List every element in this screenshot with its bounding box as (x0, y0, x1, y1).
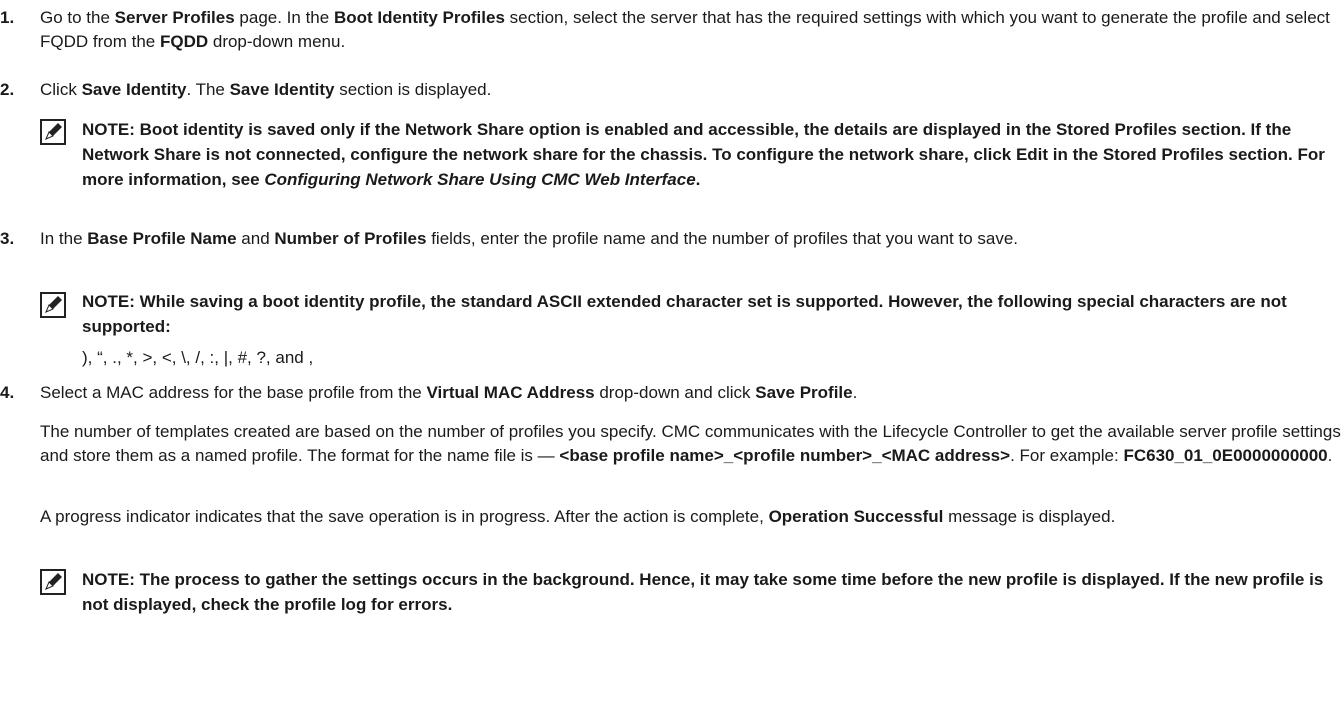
step-text: Click Save Identity. The Save Identity s… (40, 78, 1330, 102)
ui-term: Server Profiles (114, 8, 235, 27)
step-text: Select a MAC address for the base profil… (40, 381, 1330, 405)
text-run: message is displayed. (943, 507, 1116, 526)
step-number: 4. (0, 383, 15, 402)
text-run: and (236, 229, 275, 248)
note-text: . (695, 170, 701, 189)
text-run: drop-down and click (594, 383, 756, 402)
ui-term: Save Profile (755, 383, 853, 402)
ui-term: Base Profile Name (87, 229, 237, 248)
note-text: NOTE: While saving a boot identity profi… (82, 292, 1287, 336)
text-run: . (1327, 446, 1333, 465)
note-text: NOTE: The process to gather the settings… (82, 570, 1324, 614)
step-text: Go to the Server Profiles page. In the B… (40, 6, 1330, 54)
ui-term: FQDD (159, 32, 209, 51)
text-run: Click (40, 80, 82, 99)
text-run: drop-down menu. (208, 32, 346, 51)
ui-term: Number of Profiles (274, 229, 427, 248)
text-run: fields, enter the profile name and the n… (426, 229, 1019, 248)
pencil-note-icon (40, 569, 66, 595)
text-run: In the (40, 229, 88, 248)
step-number: 3. (0, 229, 15, 248)
special-characters-list: ), “, ., *, >, <, \, /, :, |, #, ?, and … (82, 348, 314, 367)
step-text: In the Base Profile Name and Number of P… (40, 227, 1330, 251)
pencil-note-icon (40, 119, 66, 145)
note-background-process: NOTE: The process to gather the settings… (82, 567, 1331, 617)
cross-reference-link[interactable]: Configuring Network Share Using CMC Web … (264, 170, 695, 189)
document-page: 1. Go to the Server Profiles page. In th… (0, 0, 1341, 714)
text-run: . (852, 383, 858, 402)
text-run: A progress indicator indicates that the … (40, 507, 769, 526)
ui-term: Boot Identity Profiles (333, 8, 505, 27)
step-number: 2. (0, 80, 15, 99)
paragraph-templates: The number of templates created are base… (40, 420, 1341, 468)
text-run: Go to the (40, 8, 115, 27)
paragraph-progress: A progress indicator indicates that the … (40, 505, 1341, 529)
name-format: <base profile name>_<profile number>_<MA… (559, 446, 1011, 465)
text-run: . For example: (1010, 446, 1124, 465)
pencil-note-icon (40, 292, 66, 318)
ui-term: Virtual MAC Address (426, 383, 595, 402)
status-message: Operation Successful (768, 507, 944, 526)
name-example: FC630_01_0E0000000000 (1123, 446, 1328, 465)
text-run: page. In the (234, 8, 334, 27)
note-network-share: NOTE: Boot identity is saved only if the… (82, 117, 1331, 192)
text-run: . The (186, 80, 230, 99)
note-special-characters: NOTE: While saving a boot identity profi… (82, 289, 1331, 339)
text-run: Select a MAC address for the base profil… (40, 383, 427, 402)
ui-term: Save Identity (81, 80, 187, 99)
step-number: 1. (0, 8, 15, 27)
ui-term: Save Identity (229, 80, 335, 99)
text-run: section is displayed. (334, 80, 492, 99)
